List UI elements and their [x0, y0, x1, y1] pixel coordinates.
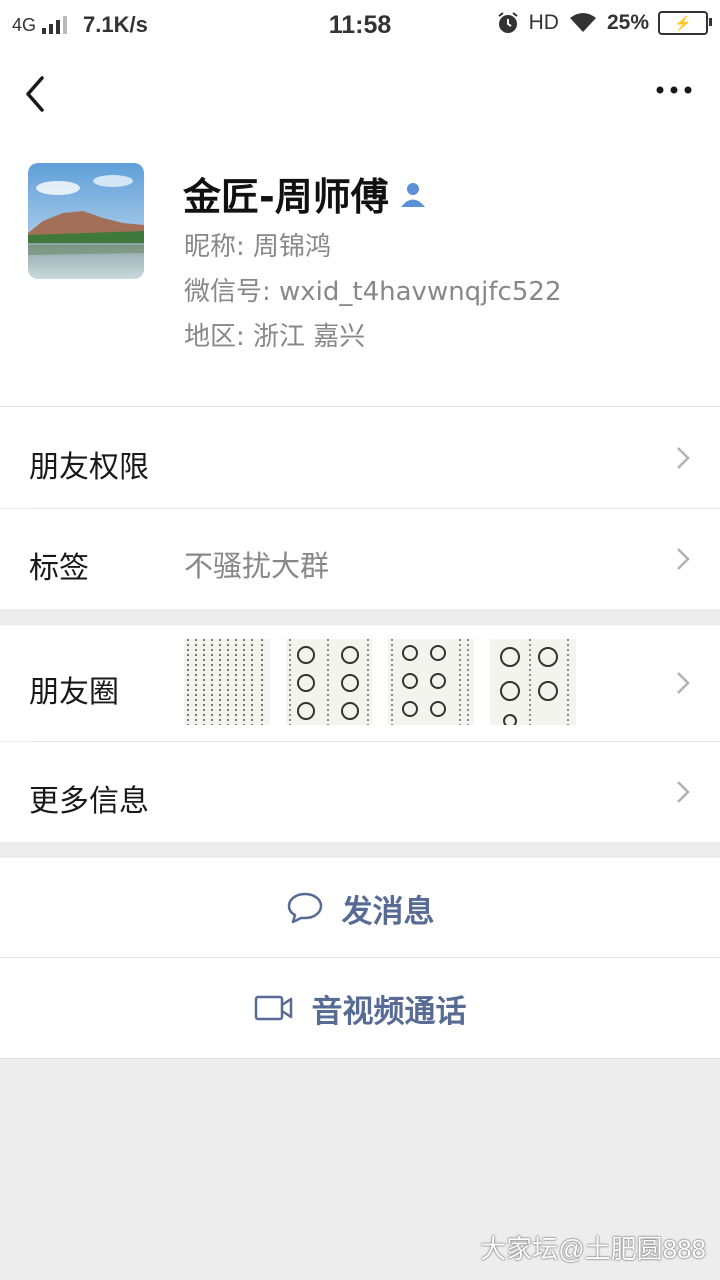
moments-thumbnails [184, 639, 576, 725]
moments-thumbnail [286, 639, 372, 725]
friend-permissions-row[interactable]: 朋友权限 [0, 407, 720, 508]
divider [0, 1058, 720, 1059]
send-message-label: 发消息 [341, 893, 435, 930]
person-icon [400, 182, 425, 207]
chevron-right-icon [677, 781, 690, 803]
alarm-icon [498, 12, 518, 33]
back-icon[interactable] [22, 72, 62, 116]
status-right: HD 25% ⚡ [496, 11, 712, 35]
watermark: 大家坛@土肥圆888 [480, 1234, 706, 1264]
wechat-id: 微信号: wxid_t4havwnqjfc522 [184, 277, 562, 307]
hd-label: HD [528, 11, 559, 34]
chevron-right-icon [677, 447, 690, 469]
moments-label: 朋友圈 [29, 675, 119, 710]
profile-header: 金匠-周师傅 昵称: 周锦鸿 微信号: wxid_t4havwnqjfc522 … [0, 136, 720, 406]
wifi-icon [569, 13, 596, 32]
nickname: 昵称: 周锦鸿 [184, 232, 332, 262]
more-icon[interactable] [654, 80, 694, 100]
moments-row[interactable]: 朋友圈 [0, 625, 720, 741]
contact-name: 金匠-周师傅 [183, 175, 389, 219]
moments-thumbnail [388, 639, 474, 725]
tags-value: 不骚扰大群 [184, 549, 330, 583]
battery-percent: 25% [606, 11, 649, 34]
video-camera-icon [254, 995, 292, 1021]
name-row: 金匠-周师傅 [183, 166, 427, 221]
avatar[interactable] [28, 163, 144, 279]
chevron-right-icon [677, 672, 690, 694]
chat-bubble-icon [287, 892, 322, 924]
moments-thumbnail [490, 639, 576, 725]
region: 地区: 浙江 嘉兴 [184, 322, 366, 352]
battery-icon: ⚡ [658, 11, 712, 35]
status-bar: 4G 7.1K/s 11:58 HD 25% ⚡ [0, 0, 720, 50]
video-call-button[interactable]: 音视频通话 [0, 958, 720, 1058]
tags-row[interactable]: 标签 不骚扰大群 [0, 509, 720, 609]
send-message-button[interactable]: 发消息 [0, 858, 720, 958]
friend-permissions-label: 朋友权限 [29, 450, 149, 485]
nav-bar [0, 50, 720, 136]
tags-label: 标签 [29, 551, 89, 586]
more-info-row[interactable]: 更多信息 [0, 742, 720, 842]
moments-thumbnail [184, 639, 270, 725]
more-info-label: 更多信息 [29, 784, 149, 819]
chevron-right-icon [677, 548, 690, 570]
video-call-label: 音视频通话 [311, 993, 467, 1030]
